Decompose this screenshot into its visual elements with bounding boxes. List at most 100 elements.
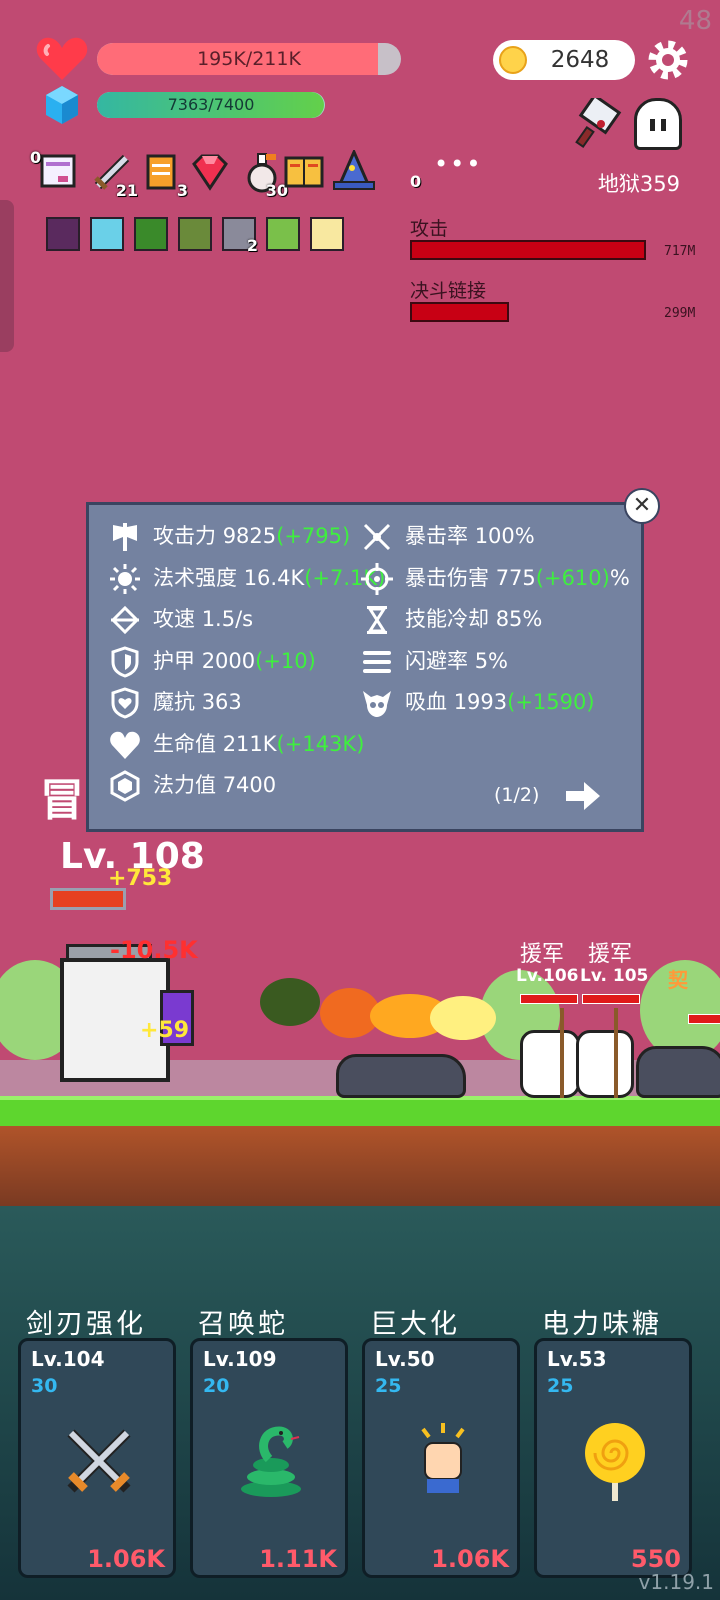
- skill-card[interactable]: Lv.104 30 1.06K: [18, 1338, 176, 1578]
- stat-label: 护甲: [153, 648, 195, 673]
- enemy-name: 援军: [588, 942, 633, 967]
- wizard-hat-icon[interactable]: [332, 148, 376, 194]
- mp-text: 7363/7400: [167, 95, 255, 114]
- hourglass-icon: [361, 604, 393, 636]
- enemy-rock[interactable]: [636, 1046, 720, 1098]
- damage-number: +59: [140, 1018, 190, 1043]
- stat-value: 775: [495, 565, 536, 590]
- buff-count: 2: [246, 236, 258, 255]
- item-count: 0: [30, 148, 42, 167]
- dps-value: 299M: [664, 306, 696, 321]
- dirt: [0, 1126, 720, 1206]
- gear-icon[interactable]: [648, 40, 688, 80]
- heart-icon: [109, 729, 141, 761]
- skill-price: 1.11K: [259, 1545, 337, 1573]
- side-drawer-handle[interactable]: [0, 200, 14, 352]
- stat-value: 363: [201, 690, 242, 714]
- stat-label: 攻击力: [153, 524, 216, 548]
- item-count: 21: [115, 181, 138, 200]
- coin-counter[interactable]: 2648: [493, 40, 635, 80]
- item-count: 3: [176, 181, 188, 200]
- potion-icon[interactable]: 30: [240, 150, 288, 200]
- heart-icon: [36, 37, 88, 80]
- crit-damage-icon: [361, 562, 393, 595]
- scroll-icon[interactable]: 3: [140, 150, 188, 200]
- coin-amount: 2648: [550, 47, 610, 73]
- stat-label: 魔抗: [153, 690, 195, 714]
- dps-bar: [410, 240, 646, 260]
- mana-crystal-icon: [109, 770, 141, 802]
- stat-value: 1993: [453, 690, 508, 714]
- stat-bonus: (+795): [276, 524, 351, 548]
- stat-value: 100%: [474, 524, 535, 548]
- stat-row: 吸血 1993(+1590): [361, 685, 595, 719]
- stat-row: 护甲 2000(+10): [109, 644, 316, 678]
- snake-skill-icon: [229, 1419, 313, 1503]
- dps-label: 决斗链接: [410, 280, 487, 302]
- dps-label: 攻击: [410, 218, 449, 240]
- stat-row: 暴击率 100%: [361, 519, 535, 553]
- enemy-hp-bar: [688, 1014, 720, 1024]
- camo-buff-icon[interactable]: [178, 217, 212, 251]
- fist-skill-icon: [401, 1419, 485, 1503]
- ghost-icon[interactable]: [634, 98, 682, 150]
- enemy-hp-bar: [520, 994, 578, 1004]
- adventure-label: 冒: [40, 775, 84, 826]
- mana-gem-icon: [46, 86, 78, 124]
- stat-value: 1.5/s: [201, 607, 254, 631]
- skill-card[interactable]: Lv.53 25 550: [534, 1338, 692, 1578]
- enemy-level: Lv. 105: [580, 966, 649, 986]
- page-indicator: (1/2): [494, 784, 540, 806]
- enemy-name: 援军: [520, 942, 565, 967]
- enemy-hp-bar: [582, 994, 640, 1004]
- stat-row: 暴击伤害 775(+610)%: [361, 561, 630, 595]
- ruby-icon[interactable]: [188, 150, 232, 194]
- hp-bar: 195K/211K: [97, 43, 401, 75]
- player-hp-bar: [50, 888, 126, 910]
- skill-price: 1.06K: [87, 1545, 165, 1573]
- enemy-level: Lv.106: [516, 966, 579, 986]
- skill-level: Lv.53: [547, 1347, 607, 1371]
- lightbulb-buff-icon[interactable]: [90, 217, 124, 251]
- stat-row: 魔抗 363: [109, 685, 242, 719]
- mp-bar: 7363/7400: [97, 92, 325, 118]
- skill-card[interactable]: Lv.50 25 1.06K: [362, 1338, 520, 1578]
- enemy-label: 契: [668, 968, 688, 992]
- book-icon[interactable]: [282, 150, 326, 194]
- shield-icon: [109, 645, 141, 678]
- demon-buff-icon[interactable]: [46, 217, 80, 251]
- stat-bonus: (+143K): [276, 731, 365, 756]
- pitchfork: [560, 1008, 618, 1098]
- stat-bonus: (+10): [255, 648, 316, 673]
- stat-row: 攻速 1.5/s: [109, 602, 253, 636]
- sword-icon[interactable]: 21: [90, 150, 138, 200]
- stat-suffix: %: [609, 565, 630, 590]
- stat-label: 法力值: [153, 773, 216, 797]
- stat-value: 16.4K: [243, 565, 305, 590]
- sun-icon: [109, 563, 141, 595]
- skill-title: 召唤蛇: [198, 1309, 288, 1340]
- stat-value: 5%: [474, 648, 509, 673]
- stat-bonus: (+610): [535, 565, 610, 590]
- stat-row: 生命值 211K(+143K): [109, 727, 364, 761]
- enemy-rock[interactable]: [336, 1054, 466, 1098]
- skill-price: 550: [630, 1545, 681, 1573]
- version-label: v1.19.1: [638, 1570, 714, 1594]
- skill-card[interactable]: Lv.109 20 1.11K: [190, 1338, 348, 1578]
- crossed-swords-icon: [361, 521, 393, 553]
- stats-panel: 攻击力 9825(+795) 法术强度 16.4K(+7.1K) 攻速 1.5/s 护…: [86, 502, 644, 832]
- more-items-button[interactable]: •••: [434, 150, 482, 178]
- dps-value: 717M: [664, 244, 696, 259]
- sprout-buff-icon[interactable]: [266, 217, 300, 251]
- next-page-arrow-icon[interactable]: [566, 780, 602, 812]
- smoke: [260, 978, 320, 1026]
- leaf-buff-icon[interactable]: [134, 217, 168, 251]
- blade-buff-icon[interactable]: 2: [222, 217, 258, 255]
- stat-label: 攻速: [153, 607, 195, 631]
- cleaver-icon[interactable]: [575, 98, 627, 150]
- sparkle-buff-icon[interactable]: [310, 217, 344, 251]
- close-icon[interactable]: ✕: [624, 488, 660, 524]
- axe-icon: [109, 521, 141, 553]
- skill-title: 电力味糖: [542, 1309, 662, 1340]
- scroll-bag-icon[interactable]: 0: [30, 148, 80, 194]
